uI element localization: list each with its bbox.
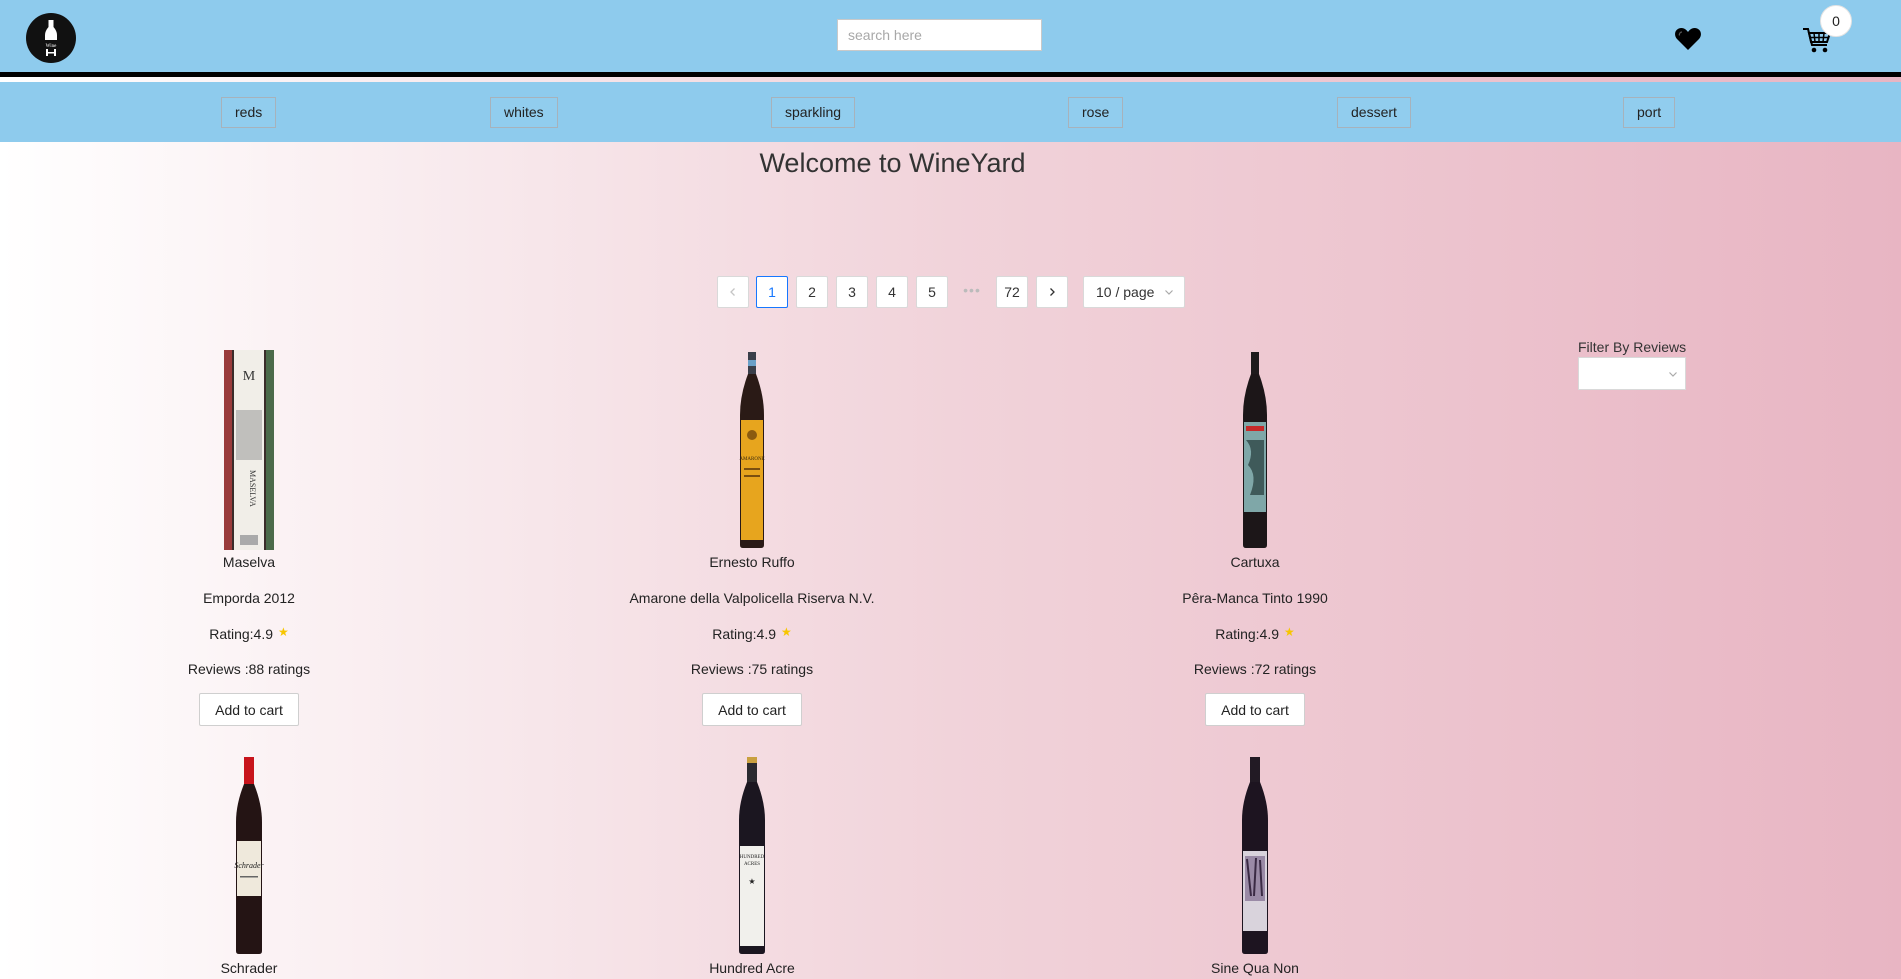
product-card: Sine Qua Non bbox=[1105, 756, 1405, 979]
product-wine-name: Emporda 2012 bbox=[203, 590, 295, 606]
product-image: M MASELVA bbox=[224, 350, 274, 550]
product-card: M MASELVA Maselva Emporda 2012 Rating:4.… bbox=[99, 350, 399, 730]
add-to-cart-button[interactable]: Add to cart bbox=[1205, 693, 1305, 726]
wineyard-logo[interactable]: Wine bbox=[26, 13, 76, 63]
filter-by-reviews-select[interactable] bbox=[1578, 357, 1686, 390]
category-port-button[interactable]: port bbox=[1623, 97, 1676, 128]
pagination-page-1[interactable]: 1 bbox=[756, 276, 788, 308]
product-card: Cartuxa Pêra-Manca Tinto 1990 Rating:4.9… bbox=[1105, 350, 1405, 730]
product-wine-name: Pêra-Manca Tinto 1990 bbox=[1182, 590, 1328, 606]
add-to-cart-button[interactable]: Add to cart bbox=[199, 693, 299, 726]
svg-text:AMARONE: AMARONE bbox=[739, 457, 764, 462]
product-winery: Hundred Acre bbox=[709, 960, 795, 976]
product-winery: Ernesto Ruffo bbox=[709, 554, 795, 570]
product-winery: Schrader bbox=[220, 960, 278, 976]
svg-text:HUNDRED: HUNDRED bbox=[740, 855, 765, 860]
product-reviews: Reviews :75 ratings bbox=[690, 661, 814, 677]
top-header: Wine 0 bbox=[0, 0, 1901, 77]
product-rating: Rating:4.9 ★ bbox=[602, 625, 902, 642]
page-title: Welcome to WineYard bbox=[759, 148, 1026, 178]
add-to-cart-button[interactable]: Add to cart bbox=[702, 693, 802, 726]
pagination-page-3[interactable]: 3 bbox=[836, 276, 868, 308]
product-card: AMARONE Ernesto Ruffo Amarone della Valp… bbox=[602, 350, 902, 730]
category-reds-button[interactable]: reds bbox=[221, 97, 277, 128]
page-size-select[interactable]: 10 / page bbox=[1083, 276, 1185, 308]
product-rating-text: Rating:4.9 bbox=[1215, 626, 1280, 642]
pagination-page-5[interactable]: 5 bbox=[916, 276, 948, 308]
filter-by-reviews-label: Filter By Reviews bbox=[1578, 339, 1687, 355]
star-icon: ★ bbox=[278, 625, 289, 639]
category-dessert-button[interactable]: dessert bbox=[1337, 97, 1411, 128]
category-rose-button[interactable]: rose bbox=[1068, 97, 1124, 128]
category-whites-button[interactable]: whites bbox=[490, 97, 558, 128]
product-winery: Maselva bbox=[222, 554, 276, 570]
search-input[interactable] bbox=[837, 19, 1042, 51]
chevron-right-icon bbox=[1050, 288, 1055, 296]
product-reviews: Reviews :72 ratings bbox=[1193, 661, 1317, 677]
star-icon: ★ bbox=[781, 625, 792, 639]
category-sparkling-button[interactable]: sparkling bbox=[771, 97, 856, 128]
heart-icon bbox=[1675, 28, 1701, 50]
product-winery: Sine Qua Non bbox=[1211, 960, 1299, 976]
category-nav: reds whites sparkling rose dessert port bbox=[0, 82, 1901, 142]
product-image bbox=[1242, 757, 1268, 954]
product-image bbox=[1243, 352, 1267, 548]
product-card: Schrader Schrader bbox=[99, 756, 399, 979]
product-rating-text: Rating:4.9 bbox=[209, 626, 274, 642]
product-image: Schrader bbox=[234, 757, 265, 954]
star-icon: ★ bbox=[1284, 625, 1295, 639]
svg-text:ACRES: ACRES bbox=[744, 862, 760, 867]
svg-text:Schrader: Schrader bbox=[234, 861, 264, 870]
product-reviews: Reviews :88 ratings bbox=[187, 661, 311, 677]
cart-count-badge: 0 bbox=[1820, 5, 1852, 37]
pagination-prev-button[interactable] bbox=[717, 276, 749, 308]
product-wine-name: Amarone della Valpolicella Riserva N.V. bbox=[629, 590, 875, 606]
wishlist-button[interactable] bbox=[1674, 26, 1702, 52]
product-rating: Rating:4.9 ★ bbox=[1105, 625, 1405, 642]
product-card: HUNDRED ACRES ★ Hundred Acre bbox=[602, 756, 902, 979]
pagination-page-2[interactable]: 2 bbox=[796, 276, 828, 308]
svg-text:MASELVA: MASELVA bbox=[248, 470, 257, 507]
page-size-value: 10 / page bbox=[1096, 284, 1155, 300]
wine-bottle-logo-icon: Wine bbox=[45, 20, 57, 56]
pagination-last-page[interactable]: 72 bbox=[996, 276, 1028, 308]
pagination-page-4[interactable]: 4 bbox=[876, 276, 908, 308]
product-image: AMARONE bbox=[739, 352, 765, 548]
product-winery: Cartuxa bbox=[1230, 554, 1280, 570]
pagination-next-button[interactable] bbox=[1036, 276, 1068, 308]
product-image: HUNDRED ACRES ★ bbox=[739, 757, 765, 954]
svg-text:Wine: Wine bbox=[46, 44, 57, 49]
svg-text:M: M bbox=[243, 369, 256, 384]
svg-text:★: ★ bbox=[748, 877, 755, 886]
chevron-down-icon bbox=[1165, 290, 1173, 295]
product-rating-text: Rating:4.9 bbox=[712, 626, 777, 642]
chevron-down-icon bbox=[1669, 372, 1677, 377]
pagination-ellipsis[interactable]: ••• bbox=[956, 276, 988, 308]
product-rating: Rating:4.9 ★ bbox=[99, 625, 399, 642]
chevron-left-icon bbox=[730, 288, 735, 296]
